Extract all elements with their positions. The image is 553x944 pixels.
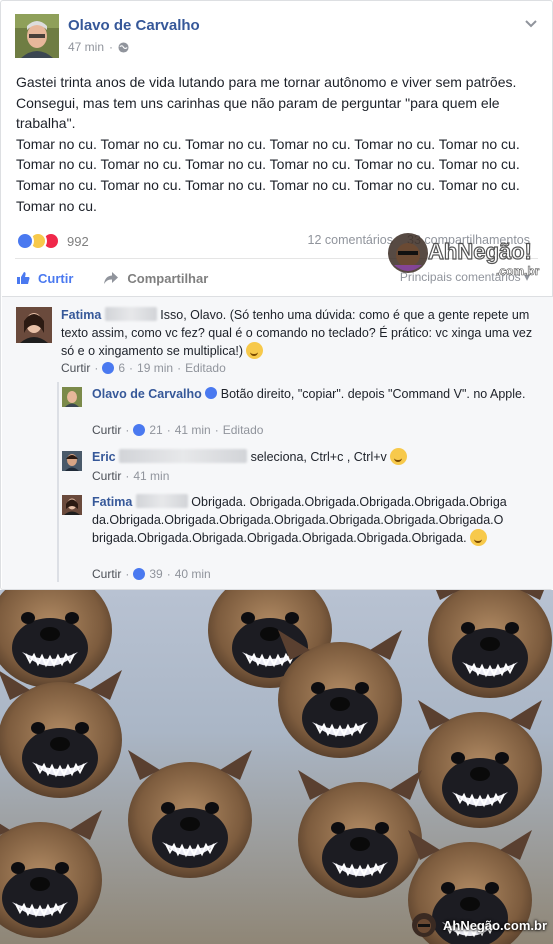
reply-like-link[interactable]: Curtir: [92, 423, 121, 437]
reaction-count[interactable]: 992: [67, 234, 89, 249]
dot-separator: ·: [129, 361, 134, 375]
smile-emoji-icon: [246, 342, 264, 359]
reply-avatar[interactable]: [62, 451, 82, 471]
post-text-intro: Gastei trinta anos de vida lutando para …: [16, 74, 521, 132]
reply-3: Fatima Obrigada. Obrigada.Obrigada.Obrig…: [92, 493, 510, 547]
redacted-surname: [135, 494, 188, 508]
reply-like-link[interactable]: Curtir: [92, 469, 121, 483]
author-name[interactable]: Olavo de Carvalho: [68, 17, 200, 34]
reactions-summary[interactable]: 992: [16, 232, 89, 250]
dot-separator: ·: [214, 423, 219, 437]
share-arrow-icon: [104, 272, 119, 284]
verified-badge-icon: [205, 387, 218, 399]
comments-section: Fatima Isso, Olavo. (Só tenho uma dúvida…: [2, 296, 553, 589]
watermark-text: AhNegão!: [428, 239, 532, 264]
author-avatar[interactable]: [15, 14, 59, 58]
reply-text: Botão direito, "copiar". depois "Command…: [220, 387, 526, 401]
reply-time[interactable]: 41 min: [175, 423, 211, 437]
like-label: Curtir: [38, 270, 74, 286]
dot-separator: ·: [125, 567, 130, 581]
chevron-down-icon[interactable]: [524, 16, 538, 30]
like-count-icon: [133, 424, 146, 436]
redacted-surname: [104, 307, 157, 321]
replier-name[interactable]: Eric: [92, 450, 116, 464]
like-button[interactable]: Curtir: [16, 267, 73, 289]
like-count-icon: [133, 568, 146, 580]
reply-3-meta: Curtir · 39 · 40 min: [92, 567, 211, 581]
dot-separator: ·: [94, 361, 99, 375]
smile-emoji-icon: [389, 448, 407, 465]
reply-avatar[interactable]: [62, 387, 82, 407]
watermark-domain-text: AhNegão.com.br: [442, 917, 547, 933]
reply-text: seleciona, Ctrl+c , Ctrl+v: [250, 450, 387, 464]
post-meta: 47 min ·: [68, 40, 129, 54]
facebook-post: Olavo de Carvalho 47 min · Gastei trinta…: [0, 0, 553, 590]
reply-time[interactable]: 41 min: [133, 469, 169, 483]
thumbs-up-icon: [17, 272, 30, 284]
reply-time[interactable]: 40 min: [175, 567, 211, 581]
grin-emoji-icon: [469, 529, 487, 546]
dot-separator: ·: [177, 361, 182, 375]
reply-edited[interactable]: Editado: [223, 423, 264, 437]
reply-like-count[interactable]: 21: [149, 423, 162, 437]
ahnegao-mascot-icon: [411, 913, 436, 937]
comment-1: Fatima Isso, Olavo. (Só tenho uma dúvida…: [61, 306, 541, 360]
comment-time[interactable]: 19 min: [137, 361, 173, 375]
reply-2-meta: Curtir · 41 min: [92, 469, 169, 483]
dot-separator: ·: [125, 423, 130, 437]
meme-image-laughing-dogs: AhNegão.com.br: [0, 590, 553, 944]
post-header: Olavo de Carvalho 47 min ·: [15, 14, 538, 60]
post-text-repeat: Tomar no cu. Tomar no cu. Tomar no cu. T…: [16, 135, 524, 214]
comment-like-link[interactable]: Curtir: [61, 361, 90, 375]
replier-name[interactable]: Olavo de Carvalho: [92, 387, 202, 401]
like-reaction-icon: [16, 232, 34, 250]
reply-thread-line: [57, 382, 59, 582]
globe-icon: [118, 41, 129, 53]
redacted-surname: [119, 449, 248, 463]
dot-separator: ·: [166, 567, 171, 581]
dot-separator: ·: [125, 469, 130, 483]
watermark-domain: .com.br: [496, 264, 540, 278]
like-count-icon: [102, 362, 115, 374]
laughing-dogs-illustration: [0, 590, 553, 944]
share-label: Compartilhar: [127, 270, 209, 286]
commenter-name[interactable]: Fatima: [61, 308, 101, 322]
comment-like-count[interactable]: 6: [118, 361, 125, 375]
reply-like-link[interactable]: Curtir: [92, 567, 121, 581]
bottom-watermark: AhNegão.com.br: [411, 912, 547, 938]
replier-name[interactable]: Fatima: [92, 495, 132, 509]
post-actions: Curtir Compartilhar: [16, 267, 208, 289]
reply-2: Eric seleciona, Ctrl+c , Ctrl+v: [92, 448, 532, 466]
post-body: Gastei trinta anos de vida lutando para …: [16, 72, 541, 216]
comment-1-meta: Curtir · 6 · 19 min · Editado: [61, 361, 226, 375]
comment-edited[interactable]: Editado: [185, 361, 226, 375]
ahnegao-watermark: AhNegão! .com.br: [388, 233, 540, 278]
comments-count[interactable]: 12 comentários: [308, 233, 393, 247]
reply-like-count[interactable]: 39: [149, 567, 162, 581]
reply-1-meta: Curtir · 21 · 41 min · Editado: [92, 423, 263, 437]
post-time[interactable]: 47 min: [68, 40, 104, 54]
commenter-avatar[interactable]: [16, 307, 52, 343]
reply-avatar[interactable]: [62, 495, 82, 515]
reply-1: Olavo de Carvalho Botão direito, "copiar…: [92, 385, 532, 403]
share-button[interactable]: Compartilhar: [103, 267, 208, 289]
dot-separator: ·: [166, 423, 171, 437]
dot-separator: ·: [109, 40, 114, 54]
